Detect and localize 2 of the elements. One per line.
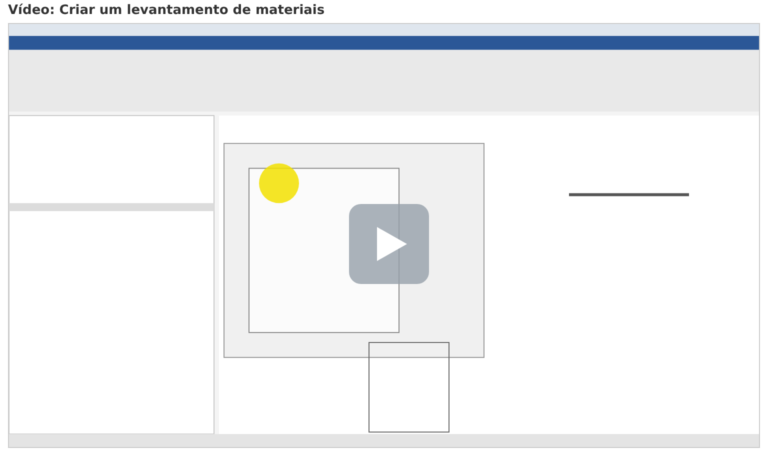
video-title: Vídeo: Criar um levantamento de materiais <box>8 2 326 19</box>
play-icon <box>377 227 407 261</box>
